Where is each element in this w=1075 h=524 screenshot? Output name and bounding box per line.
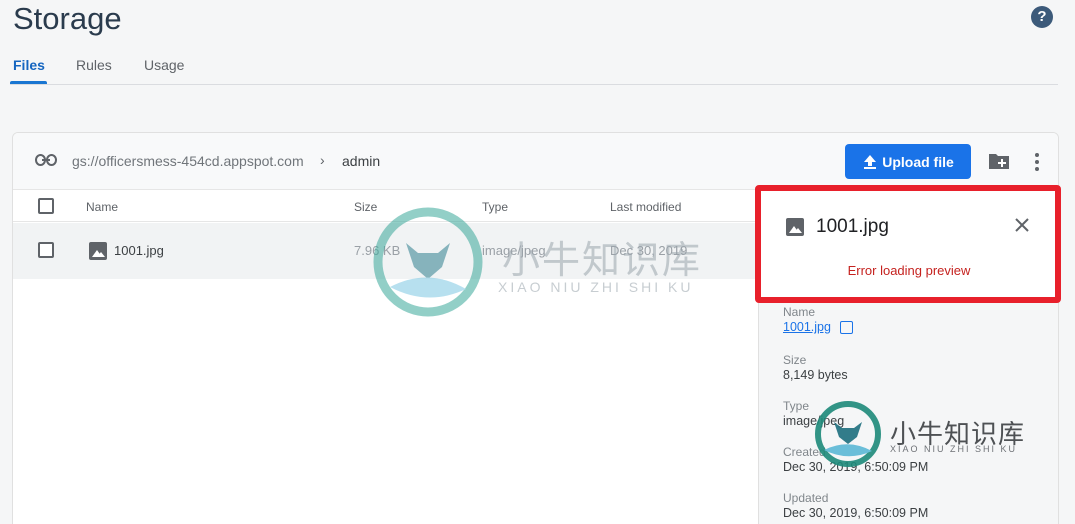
detail-value-size: 8,149 bytes	[783, 368, 848, 382]
watermark-title: 小牛知识库	[502, 238, 703, 282]
detail-label-name: Name	[783, 305, 816, 319]
upload-icon	[864, 154, 877, 169]
tab-files[interactable]: Files	[13, 57, 45, 73]
detail-value-name-link[interactable]: 1001.jpg	[783, 320, 831, 334]
file-name[interactable]: 1001.jpg	[114, 243, 164, 258]
watermark-subtitle: XIAO NIU ZHI SHI KU	[890, 444, 1018, 454]
bucket-path[interactable]: gs://officersmess-454cd.appspot.com	[72, 153, 304, 169]
image-file-icon	[89, 242, 107, 260]
create-folder-icon[interactable]	[988, 152, 1010, 170]
detail-value-updated: Dec 30, 2019, 6:50:09 PM	[783, 506, 929, 520]
tab-active-indicator	[10, 81, 47, 84]
more-options-icon[interactable]	[1035, 153, 1039, 171]
upload-file-label: Upload file	[882, 153, 954, 170]
watermark-subtitle: XIAO NIU ZHI SHI KU	[498, 279, 694, 295]
row-checkbox[interactable]	[38, 242, 54, 258]
tab-bar: Files Rules Usage	[10, 48, 1058, 85]
open-external-icon[interactable]	[840, 321, 853, 334]
watermark-secondary: 小牛知识库 XIAO NIU ZHI SHI KU	[814, 400, 1034, 470]
column-header-name[interactable]: Name	[86, 200, 118, 214]
highlight-annotation-box	[755, 185, 1061, 303]
detail-label-size: Size	[783, 353, 807, 367]
path-toolbar: gs://officersmess-454cd.appspot.com › ad…	[13, 133, 1058, 190]
bull-logo-icon	[815, 401, 881, 467]
detail-label-updated: Updated	[783, 491, 829, 505]
select-all-checkbox[interactable]	[38, 198, 54, 214]
bull-logo-icon	[373, 207, 483, 317]
current-folder[interactable]: admin	[342, 153, 380, 169]
watermark-main: 小牛知识库 XIAO NIU ZHI SHI KU	[372, 207, 702, 317]
tab-rules[interactable]: Rules	[76, 57, 112, 73]
detail-label-type: Type	[783, 399, 810, 413]
chevron-right-icon: ›	[320, 152, 325, 168]
tab-usage[interactable]: Usage	[144, 57, 184, 73]
help-icon[interactable]: ?	[1031, 6, 1053, 28]
link-icon[interactable]	[35, 153, 57, 167]
page-title: Storage	[13, 1, 122, 36]
upload-file-button[interactable]: Upload file	[845, 144, 971, 179]
